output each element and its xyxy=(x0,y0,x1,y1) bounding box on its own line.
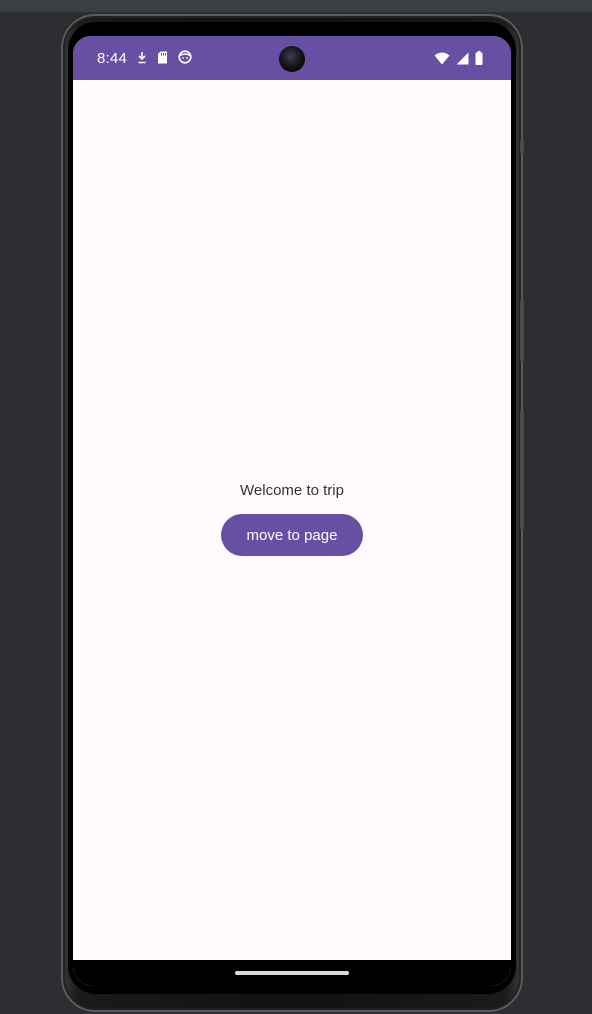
device-screen: 8:44 Welcome to trip move to page xyxy=(73,36,511,986)
sd-card-icon xyxy=(157,51,168,69)
volume-up-button[interactable] xyxy=(520,300,524,362)
download-icon xyxy=(137,51,147,69)
notification-icons xyxy=(137,50,192,69)
navigation-bar xyxy=(73,960,511,986)
power-button[interactable] xyxy=(520,140,524,154)
front-camera xyxy=(279,46,305,72)
status-bar: 8:44 xyxy=(73,36,511,80)
app-content: Welcome to trip move to page xyxy=(73,80,511,960)
volume-down-button[interactable] xyxy=(520,410,524,530)
wifi-icon xyxy=(434,52,450,70)
welcome-text: Welcome to trip xyxy=(240,482,344,499)
ide-top-strip xyxy=(0,0,592,12)
battery-icon xyxy=(475,51,483,70)
move-to-page-button[interactable]: move to page xyxy=(221,514,363,556)
status-time: 8:44 xyxy=(97,50,127,67)
home-gesture-handle[interactable] xyxy=(235,971,349,975)
system-status-icons xyxy=(434,51,483,70)
cellular-signal-icon xyxy=(456,52,469,70)
face-icon xyxy=(178,50,192,69)
